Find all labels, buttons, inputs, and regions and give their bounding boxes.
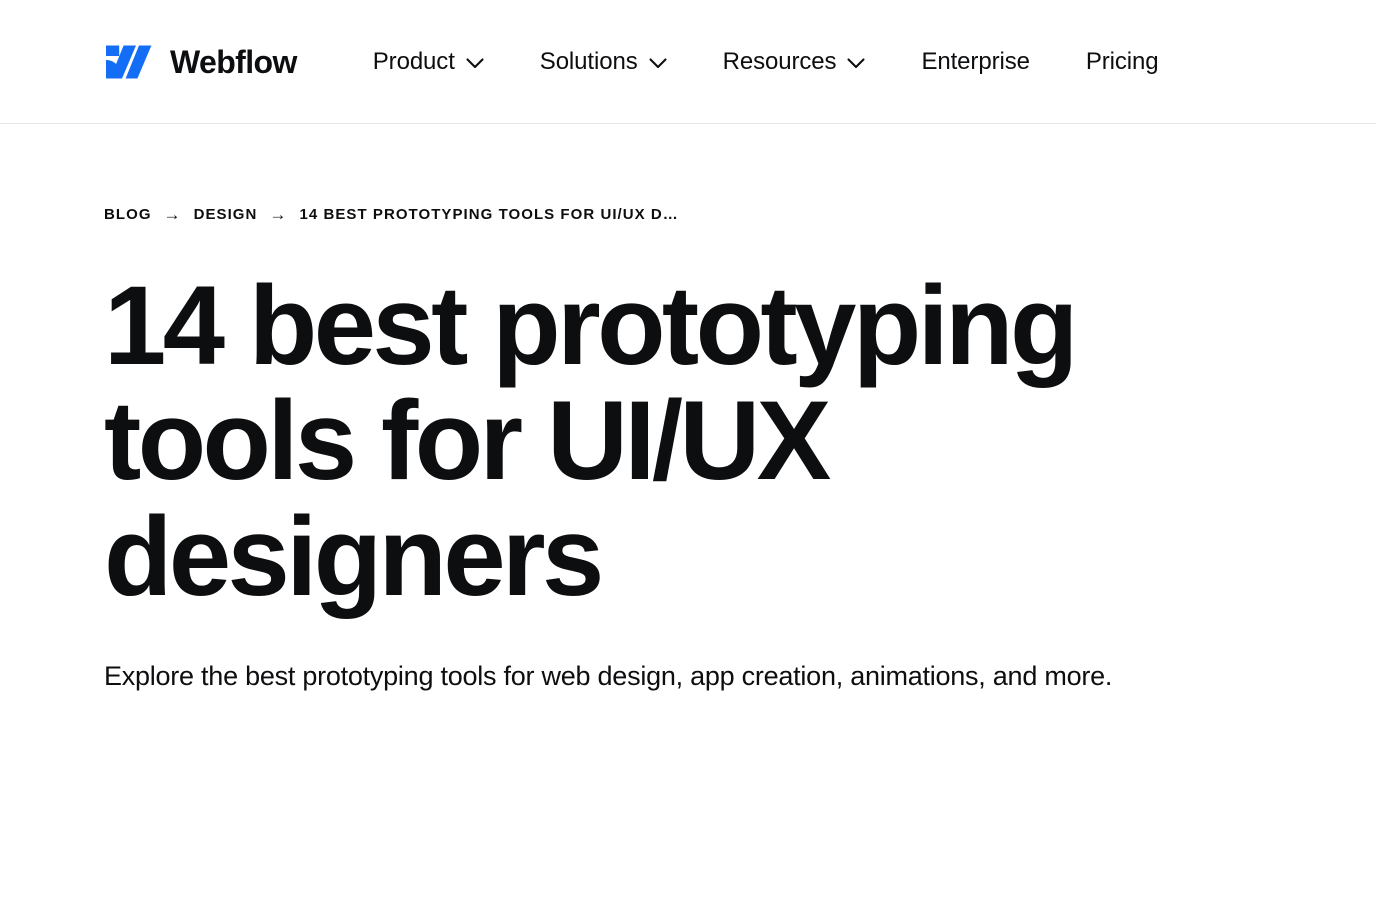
webflow-logo-link[interactable]: Webflow [104,44,297,80]
chevron-down-icon [466,57,484,68]
breadcrumb: BLOG → DESIGN → 14 BEST PROTOTYPING TOOL… [104,206,1272,223]
nav-item-label: Product [372,47,455,75]
nav-item-product[interactable]: Product [345,40,512,84]
nav-item-enterprise[interactable]: Enterprise [893,40,1057,84]
nav-item-label: Pricing [1085,47,1159,75]
nav-item-solutions[interactable]: Solutions [512,40,695,84]
breadcrumb-item-design[interactable]: DESIGN [194,207,258,222]
nav-item-label: Solutions [539,47,638,75]
nav-item-label: Enterprise [921,47,1030,75]
page-title: 14 best prototyping tools for UI/UX desi… [104,263,1078,619]
breadcrumb-item-current: 14 BEST PROTOTYPING TOOLS FOR UI/UX D… [299,206,679,223]
nav-item-pricing[interactable]: Pricing [1058,40,1187,84]
breadcrumb-item-blog[interactable]: BLOG [104,207,152,222]
chevron-down-icon [649,57,667,68]
breadcrumb-arrow-icon: → [163,205,182,224]
article-hero: BLOG → DESIGN → 14 BEST PROTOTYPING TOOL… [0,206,1376,697]
page-subtitle: Explore the best prototyping tools for w… [104,661,1113,692]
nav-item-resources[interactable]: Resources [695,40,894,84]
webflow-wordmark: Webflow [170,43,297,80]
breadcrumb-arrow-icon: → [269,205,288,224]
webflow-logo-icon [106,45,152,78]
main-navigation: Product Solutions Resources Enterprise P… [345,40,1376,84]
nav-item-label: Resources [722,47,837,75]
chevron-down-icon [847,57,866,68]
site-header: Webflow Product Solutions Resources Ente… [0,0,1376,124]
